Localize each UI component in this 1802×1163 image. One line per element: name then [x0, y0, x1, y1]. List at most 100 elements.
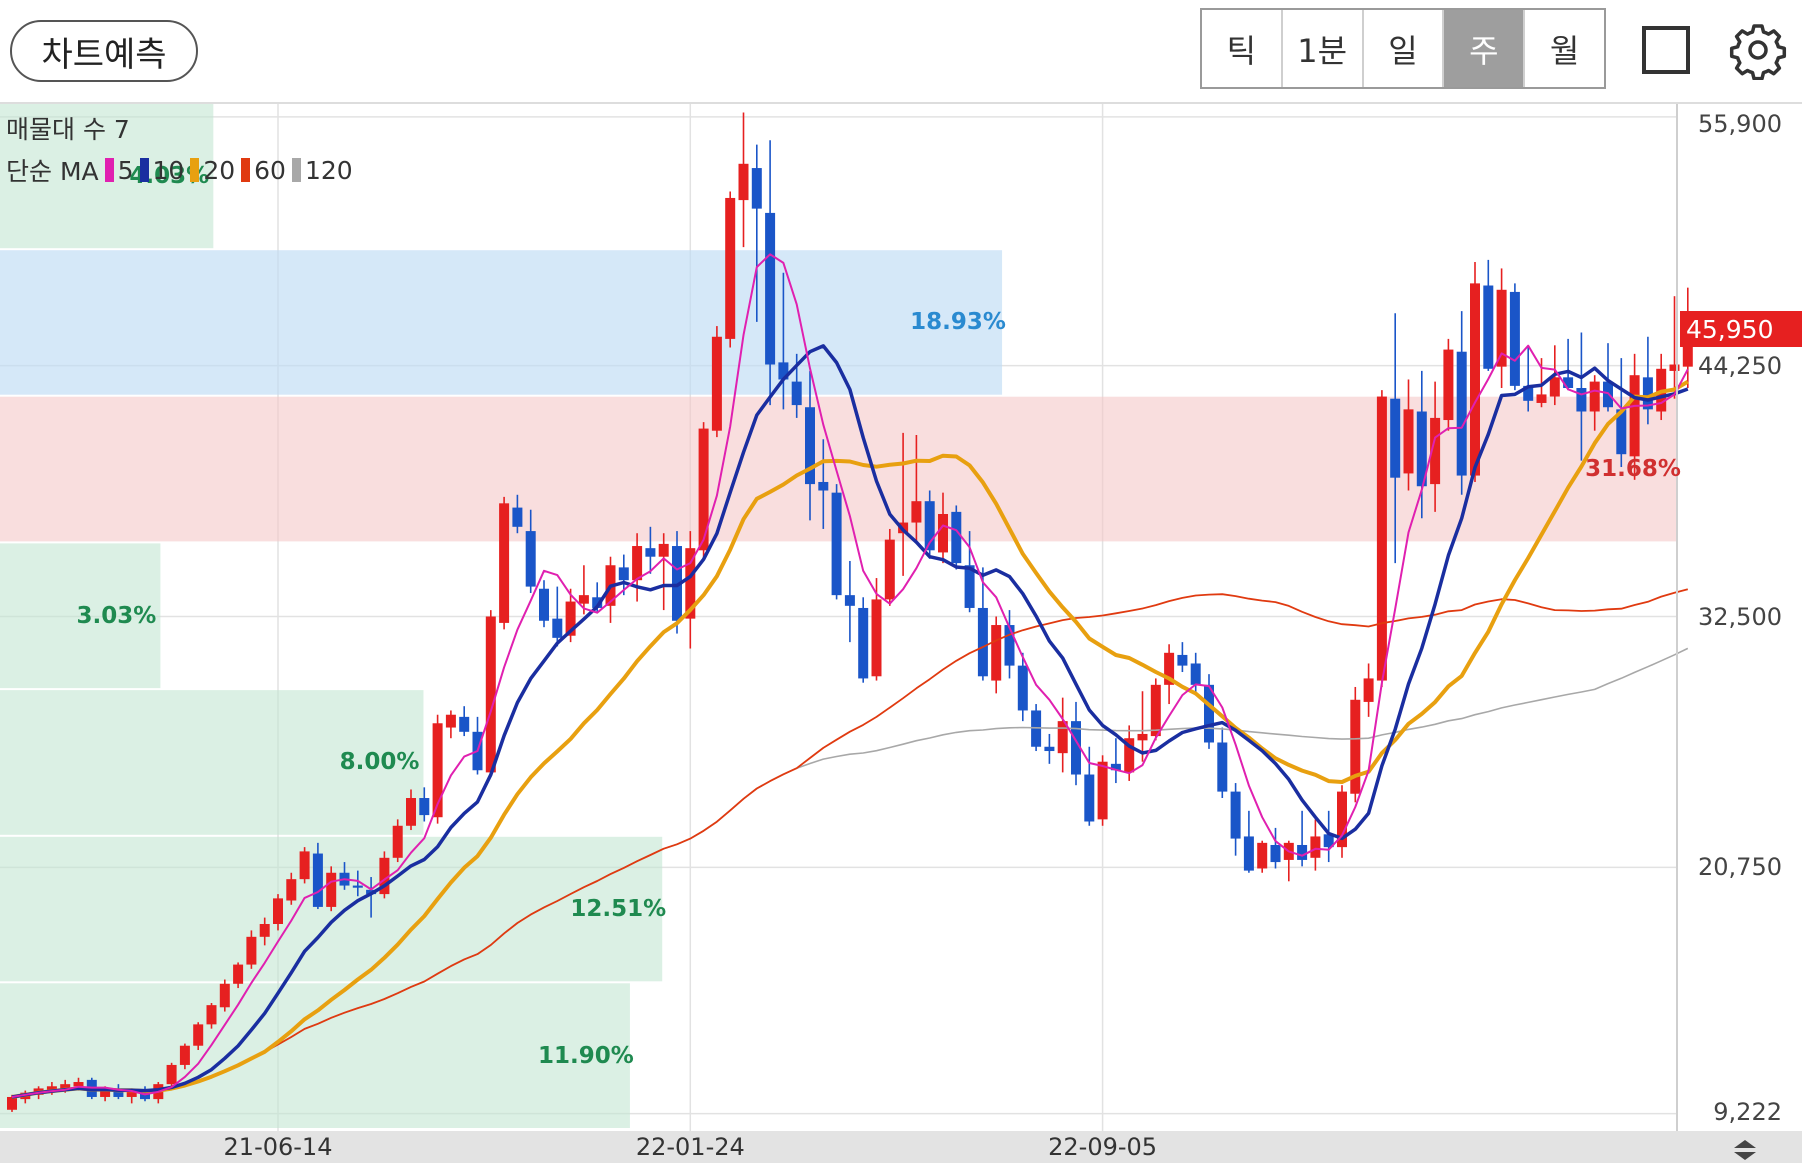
- candle-body: [406, 798, 416, 826]
- candle-body: [459, 716, 470, 732]
- candle-body: [1403, 409, 1414, 474]
- gear-icon[interactable]: [1728, 20, 1788, 80]
- candle-body: [1137, 733, 1148, 741]
- ma120-swatch: [291, 158, 301, 182]
- volume-profile-bar: [0, 983, 630, 1128]
- candle-body: [1097, 761, 1108, 820]
- candle-body: [711, 336, 722, 431]
- volume-profile-percent: 12.51%: [570, 896, 667, 923]
- candle-body: [1243, 836, 1254, 871]
- candle-body: [206, 1005, 217, 1025]
- price-axis-label: 32,500: [1698, 602, 1782, 631]
- candle-body: [273, 898, 283, 924]
- candle-body: [1549, 377, 1560, 397]
- ma120-label: 120: [304, 155, 353, 185]
- chart-predict-button[interactable]: 차트예측: [10, 20, 198, 82]
- candle-body: [352, 885, 363, 888]
- candle-body: [1483, 285, 1494, 369]
- volume-profile-legend: 매물대 수 7: [6, 115, 130, 144]
- candle-body: [326, 872, 337, 907]
- candle-body: [951, 511, 962, 564]
- candle-body: [539, 588, 549, 621]
- candle-body: [193, 1024, 204, 1046]
- tab-week[interactable]: 주: [1444, 10, 1526, 87]
- tab-tick[interactable]: 틱: [1202, 10, 1283, 87]
- candle-body: [1536, 394, 1547, 403]
- ma-type-label: 단순 MA: [6, 157, 99, 186]
- candle-body: [1044, 746, 1055, 752]
- candle-body: [791, 381, 802, 406]
- candle-body: [818, 481, 829, 491]
- price-axis-label: 55,900: [1698, 110, 1782, 138]
- candle-body: [911, 501, 922, 523]
- candle-body: [991, 625, 1002, 681]
- price-axis-label: 20,750: [1698, 853, 1782, 882]
- volume-profile-percent: 18.93%: [910, 309, 1006, 336]
- candle-body: [1629, 375, 1640, 457]
- date-axis-labels: 21-06-14 22-01-24 22-09-05: [0, 1131, 1680, 1163]
- candle-body: [751, 168, 762, 209]
- candle-body: [179, 1045, 190, 1065]
- candle-body: [871, 599, 882, 677]
- ma5-swatch: [104, 158, 114, 182]
- candle-body: [1084, 774, 1095, 822]
- scroll-handle-icon[interactable]: [1732, 1137, 1758, 1163]
- candle-body: [618, 567, 629, 581]
- moving-average-legend: 단순 MA 5 10 20 60 120: [6, 152, 353, 188]
- tab-1min[interactable]: 1분: [1283, 10, 1364, 87]
- candle-body: [1257, 842, 1268, 869]
- candle-body: [658, 543, 669, 557]
- candle-body: [166, 1064, 177, 1085]
- candle-body: [1297, 844, 1308, 860]
- candle-body: [7, 1096, 17, 1110]
- candle-body: [1270, 844, 1281, 863]
- candle-body: [1576, 388, 1587, 412]
- candle-body: [525, 531, 536, 587]
- candle-body: [1443, 349, 1454, 421]
- candle-body: [219, 983, 230, 1008]
- volume-profile-bar: [0, 250, 1003, 395]
- candle-body: [299, 851, 310, 880]
- tab-day[interactable]: 일: [1364, 10, 1445, 87]
- period-tabs: 틱 1분 일 주 월: [1200, 8, 1606, 89]
- candlestick-chart[interactable]: [0, 104, 1802, 1131]
- tab-month[interactable]: 월: [1525, 10, 1604, 87]
- candle-body: [512, 507, 523, 527]
- candle-body: [1376, 396, 1387, 681]
- square-outline-icon[interactable]: [1642, 26, 1690, 74]
- date-axis-label: 21-06-14: [223, 1133, 333, 1161]
- candle-body: [73, 1082, 84, 1087]
- candle-body: [286, 879, 297, 901]
- candle-body: [552, 618, 563, 638]
- ma60-swatch: [241, 158, 251, 182]
- candle-body: [1310, 836, 1321, 858]
- volume-profile-percent: 31.68%: [1585, 456, 1681, 483]
- candle-body: [1230, 791, 1241, 839]
- ma60-label: 60: [254, 155, 286, 185]
- ma10-label: 10: [152, 155, 185, 185]
- candle-body: [1470, 283, 1480, 476]
- ma10-swatch: [139, 158, 149, 182]
- candle-body: [977, 607, 988, 677]
- candle-body: [445, 714, 456, 728]
- ma5-label: 5: [117, 155, 134, 185]
- candle-body: [1456, 351, 1467, 476]
- candle-body: [938, 514, 948, 553]
- ma20-label: 20: [203, 155, 236, 185]
- candle-body: [1390, 398, 1401, 478]
- candle-body: [1509, 291, 1520, 386]
- candle-body: [645, 548, 656, 557]
- candle-body: [259, 924, 270, 937]
- volume-profile-percent: 8.00%: [339, 749, 420, 776]
- price-axis-label: 44,250: [1698, 351, 1782, 380]
- candle-body: [1217, 742, 1228, 792]
- candle-body: [499, 503, 510, 623]
- candle-body: [831, 492, 842, 596]
- candle-body: [1150, 684, 1161, 737]
- candle-body: [312, 853, 323, 907]
- price-axis-label: 9,222: [1713, 1098, 1782, 1126]
- candle-body: [392, 825, 403, 858]
- date-axis-label: 22-01-24: [635, 1133, 745, 1161]
- candle-body: [1363, 678, 1374, 702]
- candle-body: [1177, 654, 1188, 666]
